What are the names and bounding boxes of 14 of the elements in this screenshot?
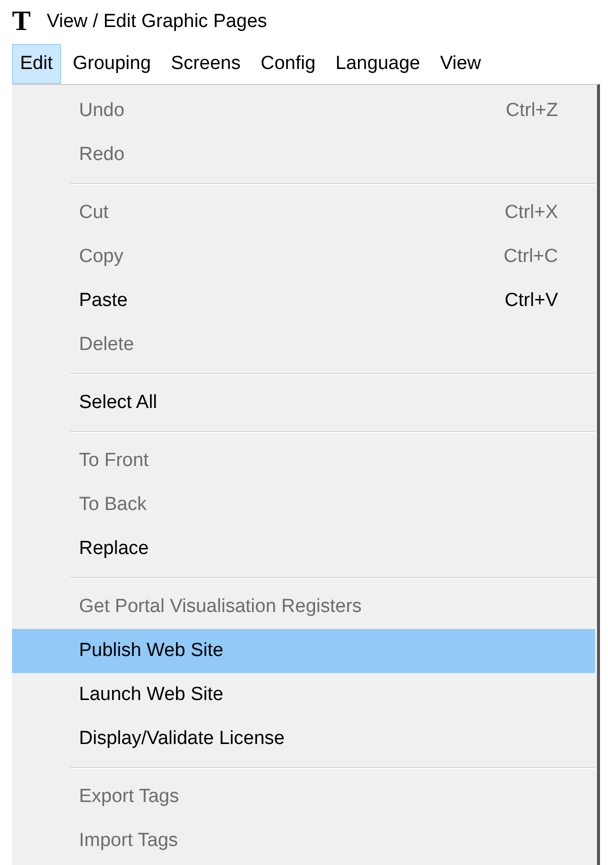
window-title: View / Edit Graphic Pages <box>46 10 268 34</box>
menu-bar-item[interactable]: View <box>432 44 489 84</box>
menu-item[interactable]: Select All <box>12 381 595 425</box>
menu-item[interactable]: Display/Validate License <box>12 717 595 761</box>
menu-item[interactable]: Publish Web Site <box>12 629 595 673</box>
app-icon: T <box>12 8 31 36</box>
menu-bar-item[interactable]: Language <box>328 44 428 84</box>
menu-item[interactable]: Paste Ctrl+V <box>12 279 595 323</box>
menu-bar-item[interactable]: Screens <box>162 44 249 84</box>
menu-bar-item[interactable]: Grouping <box>64 44 159 84</box>
menu-item[interactable]: Launch Web Site <box>12 673 595 717</box>
menu-bar-item[interactable]: Edit <box>12 44 61 84</box>
menu-bar-item[interactable]: Config <box>252 44 324 84</box>
menu-item[interactable]: Replace <box>12 527 595 571</box>
